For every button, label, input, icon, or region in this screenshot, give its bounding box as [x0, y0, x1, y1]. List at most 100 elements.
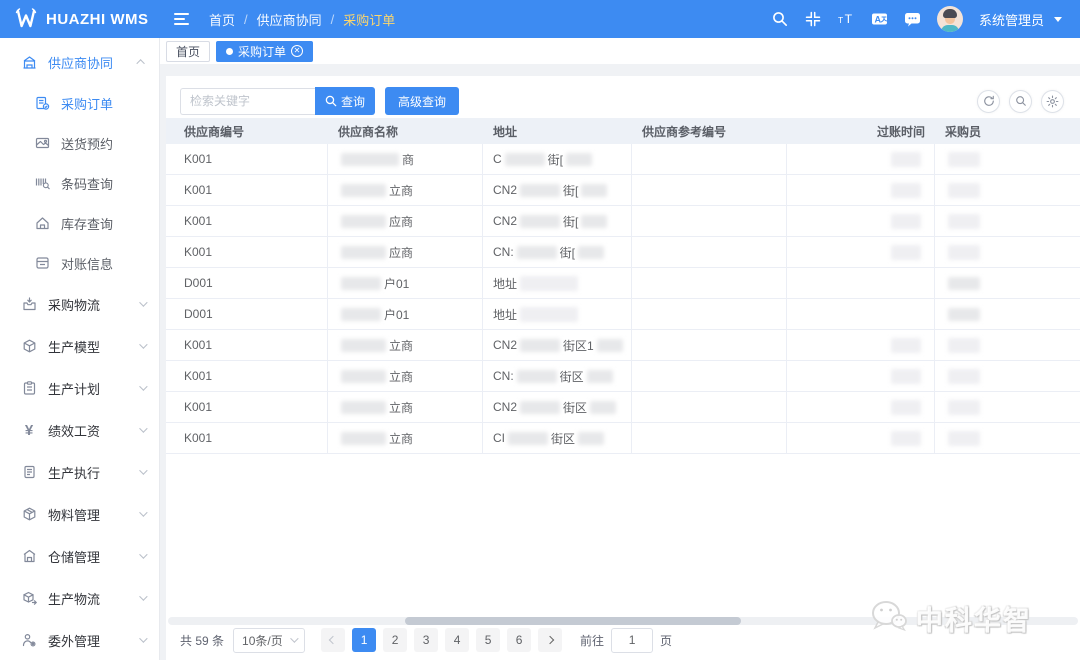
sidebar-item-barcode-query[interactable]: 条码查询 [0, 163, 159, 203]
sidebar-group-purchase-logistics[interactable]: 采购物流 [0, 283, 159, 325]
address-prefix: CN2 [493, 400, 517, 414]
user-avatar[interactable] [937, 6, 963, 32]
table-row[interactable]: K001 立商 CN2街[ [166, 175, 1080, 206]
table-row[interactable]: K001 商 C街[ [166, 144, 1080, 175]
svg-text:A: A [874, 15, 881, 25]
page-button-1[interactable]: 1 [352, 628, 376, 652]
sidebar-item-inventory-query[interactable]: 库存查询 [0, 203, 159, 243]
supplier-code: K001 [184, 400, 212, 414]
sidebar-item-purchase-orders[interactable]: 采购订单 [0, 83, 159, 123]
chevron-right-icon [546, 636, 554, 644]
box-icon [21, 507, 37, 521]
breadcrumb-current: 采购订单 [343, 10, 395, 29]
sidebar-group-outsourcing[interactable]: 委外管理 [0, 619, 159, 660]
query-button[interactable]: 查询 [315, 87, 375, 115]
page-button-3[interactable]: 3 [414, 628, 438, 652]
refresh-icon[interactable] [977, 90, 1000, 113]
tab-home[interactable]: 首页 [166, 41, 210, 62]
sidebar-toggle-icon[interactable] [174, 13, 189, 25]
redacted-time [891, 183, 921, 198]
col-posting-time[interactable]: 过账时间 [787, 118, 935, 144]
table-row[interactable]: D001 户01 地址 [166, 268, 1080, 299]
table-row[interactable]: K001 立商 CN2街区 [166, 392, 1080, 423]
tab-label: 首页 [176, 43, 200, 60]
redacted-address [597, 339, 623, 352]
tab-close-icon[interactable]: ✕ [291, 45, 303, 57]
chevron-down-icon [139, 340, 147, 348]
supplier-code: K001 [184, 245, 212, 259]
table-row[interactable]: K001 立商 CN2街区1 [166, 330, 1080, 361]
table-row[interactable]: K001 应商 CN2街[ [166, 206, 1080, 237]
tab-active-dot [226, 48, 233, 55]
redacted-name [341, 184, 386, 197]
page-size-select[interactable]: 10条/页 [233, 628, 305, 653]
table-row[interactable]: K001 应商 CN:街[ [166, 237, 1080, 268]
col-address[interactable]: 地址 [483, 118, 632, 144]
language-icon[interactable]: A [871, 11, 888, 28]
page-button-4[interactable]: 4 [445, 628, 469, 652]
table-row[interactable]: K001 立商 CI街区 [166, 423, 1080, 454]
address-prefix: CN2 [493, 214, 517, 228]
scrollbar-thumb[interactable] [405, 617, 742, 625]
redacted-address [566, 153, 592, 166]
prev-page-button[interactable] [321, 628, 345, 652]
sidebar-group-production-execution[interactable]: 生产执行 [0, 451, 159, 493]
search-icon [325, 95, 337, 107]
sidebar-item-reconciliation[interactable]: 对账信息 [0, 243, 159, 283]
sidebar-item-label: 采购订单 [61, 94, 113, 113]
chevron-down-icon [139, 634, 147, 642]
search-input[interactable] [180, 88, 315, 115]
advanced-query-button[interactable]: 高级查询 [385, 87, 459, 115]
sidebar-group-production-model[interactable]: 生产模型 [0, 325, 159, 367]
redacted-time [891, 214, 921, 229]
sidebar-group-production-logistics[interactable]: 生产物流 [0, 577, 159, 619]
redacted-address [587, 370, 613, 383]
goto-page-input[interactable] [611, 628, 653, 653]
sidebar-group-warehouse-management[interactable]: 仓储管理 [0, 535, 159, 577]
column-search-icon[interactable] [1009, 90, 1032, 113]
col-buyer[interactable]: 采购员 [935, 118, 1080, 144]
redacted-address [520, 184, 560, 197]
redacted-name [341, 339, 386, 352]
user-menu-caret-icon[interactable] [1054, 17, 1062, 22]
exit-fullscreen-icon[interactable] [805, 11, 822, 28]
chevron-down-icon [290, 634, 298, 642]
redacted-address [581, 184, 607, 197]
redacted-address [520, 307, 578, 322]
breadcrumb-supplier-collab[interactable]: 供应商协同 [257, 10, 322, 29]
redacted-name [341, 432, 386, 445]
table-row[interactable]: D001 户01 地址 [166, 299, 1080, 330]
horizontal-scrollbar[interactable] [168, 617, 1078, 625]
sidebar-group-label: 生产物流 [48, 589, 100, 608]
sidebar-group-performance-salary[interactable]: ¥ 绩效工资 [0, 409, 159, 451]
chevron-down-icon [139, 298, 147, 306]
sidebar-item-label: 送货预约 [61, 134, 113, 153]
message-icon[interactable] [904, 11, 921, 28]
col-supplier-name[interactable]: 供应商名称 [328, 118, 483, 144]
pagination: 共 59 条 10条/页 1 2 3 4 5 6 前往 页 [180, 625, 1066, 655]
sidebar-item-delivery-booking[interactable]: 送货预约 [0, 123, 159, 163]
font-size-icon[interactable]: TT [838, 11, 855, 28]
next-page-button[interactable] [538, 628, 562, 652]
search-icon[interactable] [772, 11, 789, 28]
sidebar-group-production-plan[interactable]: 生产计划 [0, 367, 159, 409]
sidebar-group-supplier-collab[interactable]: 供应商协同 [0, 41, 159, 83]
tab-purchase-orders[interactable]: 采购订单 ✕ [216, 41, 313, 62]
sidebar-group-material-management[interactable]: 物料管理 [0, 493, 159, 535]
page-size-value: 10条/页 [242, 632, 283, 649]
page-button-6[interactable]: 6 [507, 628, 531, 652]
col-supplier-code[interactable]: 供应商编号 [166, 118, 328, 144]
breadcrumb: 首页 / 供应商协同 / 采购订单 [209, 10, 395, 29]
table-tools [977, 90, 1064, 113]
col-supplier-ref[interactable]: 供应商参考编号 [632, 118, 787, 144]
sidebar-group-label: 委外管理 [48, 631, 100, 650]
page-button-2[interactable]: 2 [383, 628, 407, 652]
table-row[interactable]: K001 立商 CN:街区 [166, 361, 1080, 392]
page-button-5[interactable]: 5 [476, 628, 500, 652]
breadcrumb-home[interactable]: 首页 [209, 10, 235, 29]
supplier-code: K001 [184, 431, 212, 445]
svg-text:T: T [845, 12, 853, 26]
user-name[interactable]: 系统管理员 [979, 10, 1044, 29]
settings-gear-icon[interactable] [1041, 90, 1064, 113]
inbox-arrow-icon [21, 297, 37, 311]
